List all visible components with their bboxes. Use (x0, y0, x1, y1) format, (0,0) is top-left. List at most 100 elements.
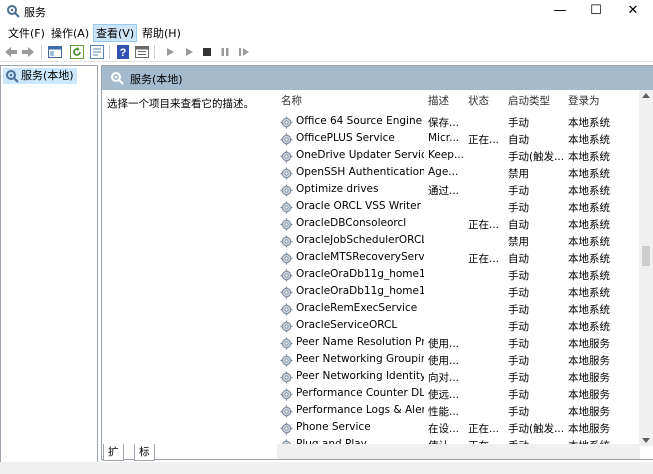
service-name-cell: Peer Networking Identity ... (296, 370, 424, 382)
start-service-alt-icon[interactable] (181, 44, 197, 60)
service-logon-cell: 本地服务 (568, 338, 610, 350)
scroll-up-arrow-icon[interactable] (642, 93, 650, 98)
service-row[interactable]: Peer Networking Identity ... 向对... 手动 本地服务 (277, 369, 637, 386)
back-arrow-icon[interactable] (3, 44, 19, 60)
service-name-cell: OracleRemExecService (296, 302, 418, 314)
service-name-cell: OracleOraDb11g_home1T... (296, 285, 424, 297)
tree-item-label: 服务(本地) (21, 69, 74, 82)
menu-view[interactable]: 查看(V) (92, 24, 138, 42)
maximize-button[interactable]: ☐ (578, 0, 614, 22)
service-logon-cell: 本地系统 (568, 236, 610, 248)
service-row[interactable]: Optimize drives 通过... 手动 本地系统 (277, 182, 637, 199)
service-row[interactable]: Performance Logs & Alerts 性能... 手动 本地服务 (277, 403, 637, 420)
service-row[interactable]: OracleRemExecService 手动 本地系统 (277, 301, 637, 318)
service-name-cell: Peer Name Resolution Pro... (296, 336, 424, 348)
service-startup-cell: 自动 (508, 253, 529, 265)
service-name-cell: OfficePLUS Service (296, 132, 395, 144)
export-list-icon[interactable] (89, 44, 105, 60)
service-row[interactable]: OpenSSH Authentication ... Age... 禁用 本地系统 (277, 165, 637, 182)
scroll-down-arrow-icon[interactable] (642, 438, 650, 443)
restart-service-icon[interactable] (236, 44, 252, 60)
service-row[interactable]: OneDrive Updater Service Keep... 手动(触发... 本… (277, 148, 637, 165)
service-logon-cell: 本地系统 (568, 219, 610, 231)
service-gear-icon (280, 269, 293, 282)
service-startup-cell: 手动 (508, 389, 529, 401)
toolbar-separator (109, 45, 110, 59)
service-gear-icon (280, 337, 293, 350)
service-name-cell: Performance Counter DLL ... (296, 387, 424, 399)
service-desc-cell: Age... (428, 166, 459, 178)
service-gear-icon (280, 184, 293, 197)
menu-file[interactable]: 文件(F) (6, 25, 47, 41)
service-row[interactable]: OracleMTSRecoveryService 正在... 自动 本地系统 (277, 250, 637, 267)
properties-icon[interactable] (134, 44, 150, 60)
service-startup-cell: 手动 (508, 338, 529, 350)
service-name-cell: Performance Logs & Alerts (296, 404, 424, 416)
menu-help[interactable]: 帮助(H) (140, 25, 183, 41)
service-row[interactable]: Peer Networking Grouping 使用... 手动 本地服务 (277, 352, 637, 369)
service-desc-cell: 性能... (428, 406, 460, 418)
service-row[interactable]: OracleServiceORCL 手动 本地系统 (277, 318, 637, 335)
service-name-cell: Peer Networking Grouping (296, 353, 424, 365)
services-list: 名称 描述 状态 启动类型 登录为 Office 64 Source Engin… (277, 90, 653, 461)
minimize-button[interactable]: — (542, 0, 578, 22)
service-row[interactable]: OracleOraDb11g_home1C... 手动 本地系统 (277, 267, 637, 284)
service-logon-cell: 本地服务 (568, 389, 610, 401)
service-logon-cell: 本地服务 (568, 355, 610, 367)
scroll-thumb[interactable] (642, 246, 650, 266)
service-gear-icon (280, 354, 293, 367)
service-startup-cell: 手动 (508, 321, 529, 333)
service-row[interactable]: OfficePLUS Service Micr... 正在... 自动 本地系统 (277, 131, 637, 148)
service-row[interactable]: Office 64 Source Engine 保存... 手动 本地系统 (277, 114, 637, 131)
service-row[interactable]: Peer Name Resolution Pro... 使用... 手动 本地服务 (277, 335, 637, 352)
service-row[interactable]: OracleDBConsoleorcl 正在... 自动 本地系统 (277, 216, 637, 233)
service-row[interactable]: Phone Service 在设... 正在... 手动(触发... 本地服务 (277, 420, 637, 437)
pause-service-icon[interactable] (217, 44, 233, 60)
service-status-cell: 正在... (468, 253, 500, 265)
window-title: 服务 (24, 6, 46, 19)
service-logon-cell: 本地系统 (568, 321, 610, 333)
service-logon-cell: 本地系统 (568, 287, 610, 299)
services-icon (111, 72, 124, 85)
column-header-description[interactable]: 描述 (428, 90, 449, 112)
service-row[interactable]: Performance Counter DLL ... 使远... 手动 本地服务 (277, 386, 637, 403)
refresh-icon[interactable] (69, 44, 85, 60)
console-tree-icon[interactable] (47, 44, 63, 60)
column-header-status[interactable]: 状态 (468, 90, 489, 112)
service-row[interactable]: Oracle ORCL VSS Writer S... 手动 本地系统 (277, 199, 637, 216)
start-service-icon[interactable] (162, 44, 178, 60)
help-icon[interactable]: ? (115, 44, 131, 60)
service-logon-cell: 本地系统 (568, 117, 610, 129)
service-startup-cell: 手动 (508, 117, 529, 129)
column-header-startup-type[interactable]: 启动类型 (508, 90, 550, 112)
service-gear-icon (280, 405, 293, 418)
service-logon-cell: 本地系统 (568, 151, 610, 163)
service-status-cell: 正在... (468, 423, 500, 435)
menu-action[interactable]: 操作(A) (49, 25, 91, 41)
services-app-icon (7, 5, 20, 18)
tab-standard[interactable]: 标准 (134, 444, 155, 474)
service-row[interactable]: OracleOraDb11g_home1T... 手动 本地系统 (277, 284, 637, 301)
close-button[interactable]: ✕ (615, 0, 651, 22)
service-desc-cell: 使用... (428, 355, 460, 367)
service-name-cell: OracleOraDb11g_home1C... (296, 268, 424, 280)
column-header-name[interactable]: 名称 (281, 90, 302, 112)
tab-extended[interactable]: 扩展 (103, 444, 124, 474)
service-gear-icon (280, 252, 293, 265)
service-startup-cell: 手动 (508, 287, 529, 299)
service-name-cell: OneDrive Updater Service (296, 149, 424, 161)
stop-service-icon[interactable] (199, 44, 215, 60)
service-startup-cell: 自动 (508, 134, 529, 146)
vertical-scrollbar[interactable] (639, 90, 653, 446)
svg-text:?: ? (120, 47, 127, 59)
horizontal-scrollbar[interactable] (277, 444, 640, 459)
service-gear-icon (280, 218, 293, 231)
service-desc-cell: 保存... (428, 117, 460, 129)
status-bar (0, 462, 653, 474)
tree-item-services-local[interactable]: 服务(本地) (3, 68, 77, 84)
column-header-log-on-as[interactable]: 登录为 (568, 90, 600, 112)
service-gear-icon (280, 388, 293, 401)
service-desc-cell: Keep... (428, 149, 464, 161)
forward-arrow-icon[interactable] (20, 44, 36, 60)
service-row[interactable]: OracleJobSchedulerORCL 禁用 本地系统 (277, 233, 637, 250)
